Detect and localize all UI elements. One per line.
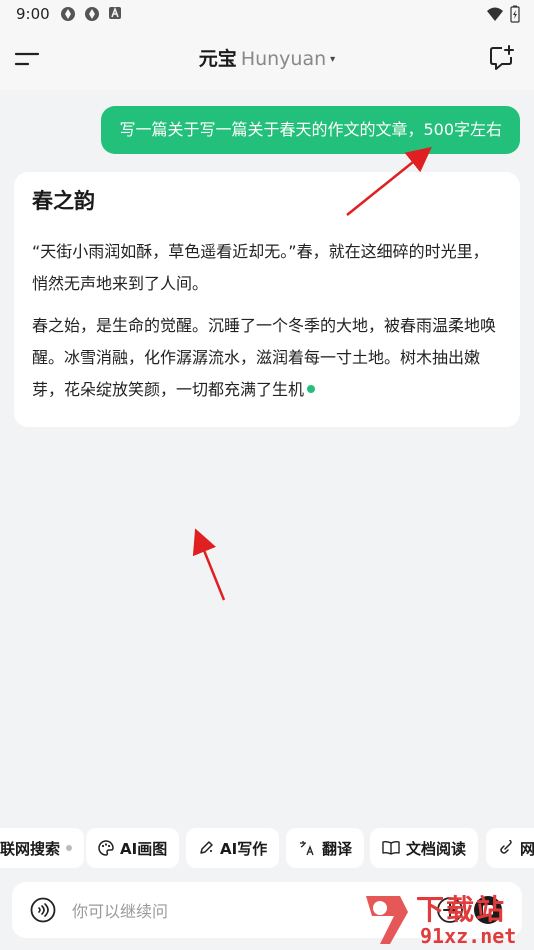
chip-label: 翻译 [322,839,353,858]
answer-paragraph-text: 春之始，是生命的觉醒。沉睡了一个冬季的大地，被春雨温柔地唤醒。冰雪消融，化作潺潺… [32,316,497,399]
answer-paragraph-streaming: 春之始，是生命的觉醒。沉睡了一个冬季的大地，被春雨温柔地唤醒。冰雪消融，化作潺潺… [32,310,502,406]
wifi-icon [487,7,503,21]
chip-label: AI写作 [220,839,268,858]
watermark-text: 下载站 [416,893,507,926]
battery-icon [510,5,520,23]
palette-icon [98,840,114,856]
app-notification-icon [85,7,99,21]
chip-document-reading[interactable]: 文档阅读 [370,828,479,868]
watermark-url: 91xz.net [420,924,517,948]
chip-translate[interactable]: 翻译 [286,828,365,868]
book-icon [382,840,400,855]
annotation-arrow [192,528,226,601]
status-notification-icons [60,6,122,22]
chip-label: 联网搜索 [0,839,61,858]
ai-answer-card: 春之韵 “天街小雨润如酥，草色遥看近却无。”春，就在这细碎的时光里，悄然无声地来… [14,172,520,427]
typing-indicator [307,385,316,393]
chip-label: 网 [520,839,534,858]
answer-title: 春之韵 [32,189,95,213]
app-notification-icon [61,7,75,21]
status-time: 9:00 [16,5,50,23]
app-header: 元宝 Hunyuan ▾ [0,28,534,90]
chip-web-link[interactable]: 网 [486,828,534,868]
chip-ai-drawing[interactable]: AI画图 [86,828,180,868]
model-name: Hunyuan [240,48,327,70]
model-selector[interactable]: 元宝 Hunyuan ▾ [0,44,534,71]
chip-ai-writing[interactable]: AI写作 [186,828,280,868]
chip-label: 文档阅读 [406,839,467,858]
dot-icon [66,845,73,851]
pen-icon [200,841,213,854]
chip-web-search[interactable]: 联网搜索 [0,828,85,868]
new-chat-icon[interactable] [488,44,516,72]
status-bar: 9:00 [0,0,534,28]
status-system-icons [486,5,520,23]
link-icon [500,840,512,854]
answer-paragraph: “天街小雨润如酥，草色遥看近却无。”春，就在这细碎的时光里，悄然无声地来到了人间… [32,242,489,293]
user-message-bubble: 写一篇关于写一篇关于春天的作文的文章，500字左右 [101,106,520,154]
voice-input-icon[interactable] [30,897,56,923]
chevron-down-icon: ▾ [330,54,336,65]
app-title: 元宝 [198,48,237,70]
quick-action-chips: 联网搜索 AI画图 AI写作 翻译 文档阅读 网 [0,828,534,868]
translate-icon [300,841,314,856]
chip-label: AI画图 [120,839,168,858]
watermark-logo-icon [366,896,408,944]
a-badge-icon [109,6,121,19]
site-watermark: 下载站 91xz.net [360,888,534,950]
